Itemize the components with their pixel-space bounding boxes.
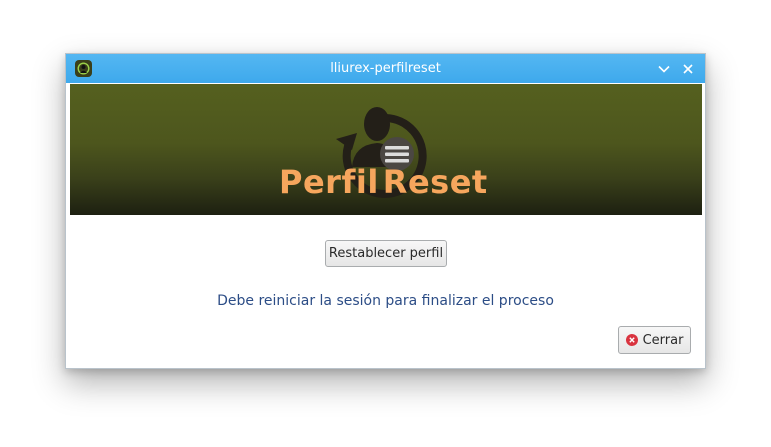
app-window: lliurex-perfilreset Perfil Reset Restabl… <box>65 53 706 369</box>
minimize-button[interactable] <box>654 59 674 79</box>
reset-profile-button[interactable]: Restablecer perfil <box>325 240 447 267</box>
close-button-label: Cerrar <box>642 332 684 348</box>
close-button[interactable]: Cerrar <box>618 326 691 354</box>
close-window-button[interactable] <box>678 59 698 79</box>
status-message: Debe reiniciar la sesión para finalizar … <box>217 293 554 309</box>
close-circle-icon <box>625 334 638 346</box>
close-icon <box>683 64 693 74</box>
app-logo-text: Perfil Reset <box>279 163 488 201</box>
header-banner: Perfil Reset <box>70 84 702 215</box>
chevron-down-icon <box>658 65 670 73</box>
logo-word-perfil: Perfil <box>279 163 379 201</box>
window-title: lliurex-perfilreset <box>330 61 441 76</box>
logo-word-reset: Reset <box>382 163 488 201</box>
desktop-background: lliurex-perfilreset Perfil Reset Restabl… <box>0 0 771 447</box>
titlebar[interactable]: lliurex-perfilreset <box>66 54 705 83</box>
